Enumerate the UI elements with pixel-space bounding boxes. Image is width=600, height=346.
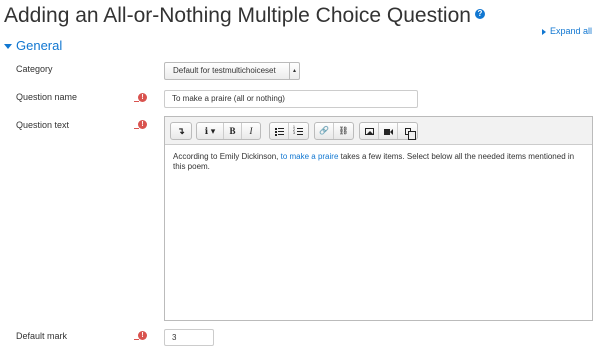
page-title: Adding an All-or-Nothing Multiple Choice… (4, 2, 485, 30)
required-icon: ! (134, 331, 147, 340)
editor-content[interactable]: According to Emily Dickinson, to make a … (165, 146, 592, 178)
question-name-input[interactable]: To make a praire (all or nothing) (164, 90, 418, 108)
help-icon[interactable]: ? (474, 9, 485, 20)
toolbar-group-style: ℹ ▾ B I (196, 122, 261, 140)
category-select[interactable]: Default for testmultichoiceset ▴ (164, 62, 300, 80)
required-icon: ! (134, 120, 147, 129)
toolbar-group-media (359, 122, 418, 141)
content-text-before: According to Emily Dickinson, (173, 152, 281, 161)
section-header-general[interactable]: General (4, 38, 62, 54)
expand-all-link[interactable]: Expand all (541, 26, 592, 36)
ordered-list-icon[interactable] (289, 123, 308, 139)
link-icon[interactable]: 🔗 (315, 123, 334, 139)
question-text-label: Question text (16, 120, 70, 130)
toolbar-group-links: 🔗 ⛓ (314, 122, 354, 140)
manage-files-icon[interactable] (398, 123, 417, 141)
expand-all-label: Expand all (549, 26, 592, 36)
info-style-icon[interactable]: ℹ ▾ (197, 123, 224, 139)
default-mark-label: Default mark (16, 331, 68, 341)
unordered-list-icon[interactable] (270, 123, 289, 139)
bold-icon[interactable]: B (224, 123, 242, 139)
italic-icon[interactable]: I (242, 123, 260, 139)
category-select-value: Default for testmultichoiceset (173, 66, 276, 75)
content-link[interactable]: to make a praire (281, 152, 339, 161)
question-text-editor[interactable]: ↴ ℹ ▾ B I 🔗 ⛓ According to Emily Dickins… (164, 116, 593, 321)
select-arrows-icon: ▴ (289, 63, 299, 79)
toolbar-group-more: ↴ (170, 122, 192, 140)
collapse-chevron-icon (4, 44, 12, 50)
section-title: General (16, 38, 63, 53)
page-title-text: Adding an All-or-Nothing Multiple Choice… (4, 4, 471, 27)
question-name-label: Question name (16, 92, 78, 102)
expand-triangle-icon (541, 28, 546, 35)
toolbar-group-lists (269, 122, 309, 140)
unlink-icon[interactable]: ⛓ (334, 123, 353, 139)
show-more-icon[interactable]: ↴ (171, 123, 191, 139)
image-icon[interactable] (360, 123, 379, 139)
required-icon: ! (134, 93, 147, 102)
default-mark-input[interactable]: 3 (164, 329, 214, 346)
category-label: Category (16, 64, 53, 74)
media-icon[interactable] (379, 123, 398, 139)
editor-toolbar: ↴ ℹ ▾ B I 🔗 ⛓ (165, 117, 592, 145)
